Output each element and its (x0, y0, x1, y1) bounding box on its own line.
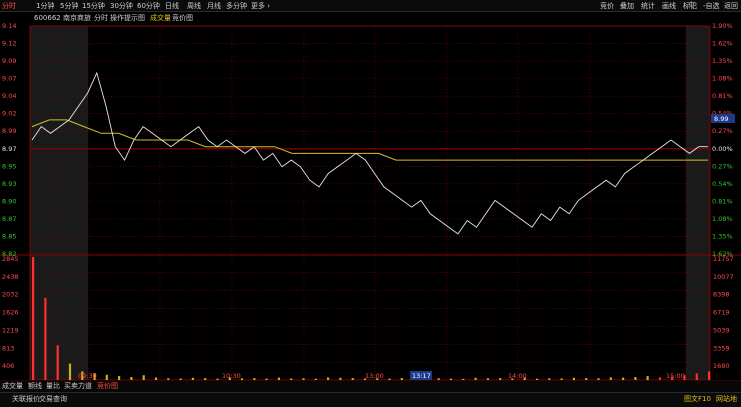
status-link[interactable]: 交易查询 (39, 394, 67, 405)
price-tick-label: 9.09 (2, 57, 16, 65)
percent-tick-label: 0.00% (712, 145, 733, 153)
volume-right-label: 1680 (713, 362, 730, 370)
percent-tick-label: 1.35% (712, 57, 733, 65)
status-bar: 关联报价 交易查询 图文F10 网站地 (0, 392, 741, 407)
volume-right-label: 10077 (713, 273, 734, 281)
time-tick-label: 14:00 (508, 372, 527, 380)
price-tick-label: 8.97 (2, 145, 16, 153)
price-tick-label: 8.90 (2, 197, 16, 205)
period-toolbar: 分时 1分钟 5分钟 15分钟 30分钟 60分钟 日线 周线 月线 多分钟 更多 › 竞价 叠加 统计… (0, 0, 741, 12)
indicator-tab[interactable]: 买卖力道 (64, 381, 92, 392)
tool-tab[interactable]: 统计 (641, 1, 655, 11)
indicator-tabs: 成交量 额线 量比 买卖力道 竞价图 (0, 380, 741, 392)
price-tick-label: 8.85 (2, 232, 16, 240)
pre-market-panel (30, 26, 88, 380)
percent-tick-label: 0.27% (712, 162, 733, 170)
indicator-tab[interactable]: 竞价图 (97, 381, 118, 392)
volume-right-label: 5039 (713, 326, 730, 334)
volume-bar (708, 371, 711, 380)
tool-tab[interactable]: 竞价 (600, 1, 614, 11)
chart-frame (29, 25, 711, 380)
period-tab[interactable]: 日线 (165, 1, 179, 11)
price-tick-label: 9.07 (2, 75, 16, 83)
tool-tab[interactable]: -自选 (703, 1, 720, 11)
price-tick-label: 8.87 (2, 215, 16, 223)
volume-tick-label: 813 (2, 344, 14, 352)
price-tick-label: 9.14 (2, 22, 16, 30)
tool-tab[interactable]: 画线 (662, 1, 676, 11)
indicator-tab[interactable]: 量比 (46, 381, 60, 392)
percent-tick-label: 1.62% (712, 40, 733, 48)
status-link[interactable]: 图文F10 (684, 394, 711, 405)
volume-bar (68, 363, 72, 380)
price-tick-label: 9.04 (2, 92, 16, 100)
status-link[interactable]: 关联报价 (12, 394, 40, 405)
percent-tick-label: 1.08% (712, 215, 733, 223)
post-market-panel (686, 26, 710, 380)
volume-right-label: 11757 (713, 255, 734, 263)
volume-tick-label: 2845 (2, 255, 19, 263)
price-tick-label: 9.02 (2, 110, 16, 118)
current-price-tag: 8.99 (714, 115, 728, 123)
cursor-time-label: 13:17 (412, 372, 431, 380)
volume-tick-label: 2032 (2, 291, 19, 299)
percent-tick-label: 0.81% (712, 197, 733, 205)
period-tab[interactable]: 多分钟 (226, 1, 247, 11)
price-tick-label: 8.95 (2, 162, 16, 170)
tool-tab[interactable]: 叠加 (620, 1, 634, 11)
volume-tick-label: 2438 (2, 273, 19, 281)
percent-tick-label: 0.54% (712, 180, 733, 188)
average-price-line (31, 119, 708, 161)
period-tab[interactable]: 分时 (2, 1, 16, 11)
status-link[interactable]: 网站地 (716, 394, 737, 405)
time-tick-label: 15:00 (666, 372, 685, 380)
settings-icon[interactable]: ⚙ (688, 0, 695, 10)
price-tick-label: 8.93 (2, 180, 16, 188)
volume-tick-label: 1219 (2, 326, 19, 334)
volume-bar (56, 345, 59, 380)
tool-tab[interactable]: 返回 (724, 1, 738, 11)
percent-tick-label: 0.81% (712, 92, 733, 100)
period-tab[interactable]: 1分钟 (36, 1, 54, 11)
period-tab[interactable]: 15分钟 (82, 1, 105, 11)
period-tab[interactable]: 30分钟 (110, 1, 133, 11)
indicator-tab[interactable]: 成交量 (2, 381, 23, 392)
percent-tick-label: 1.08% (712, 75, 733, 83)
volume-bar (32, 257, 35, 380)
volume-right-label: 8398 (713, 291, 730, 299)
indicator-tab[interactable]: 额线 (28, 381, 42, 392)
price-tick-label: 9.12 (2, 40, 16, 48)
volume-right-label: 3359 (713, 344, 730, 352)
time-tick-label: 13:00 (365, 372, 384, 380)
price-tick-label: 8.99 (2, 127, 16, 135)
period-tab[interactable]: 60分钟 (137, 1, 160, 11)
percent-tick-label: 0.27% (712, 127, 733, 135)
time-tick-label: 09:30 (78, 372, 97, 380)
period-tab[interactable]: 周线 (187, 1, 201, 11)
volume-right-label: 6719 (713, 309, 730, 317)
volume-tick-label: 1626 (2, 309, 19, 317)
period-tab[interactable]: 5分钟 (60, 1, 78, 11)
volume-bar (44, 297, 47, 380)
time-tick-label: 10:30 (222, 372, 241, 380)
volume-tick-label: 406 (2, 362, 14, 370)
period-tab[interactable]: 月线 (207, 1, 221, 11)
percent-tick-label: 1.90% (712, 22, 733, 30)
percent-tick-label: 1.35% (712, 232, 733, 240)
intraday-chart[interactable]: 9.14 9.12 9.09 9.07 9.04 9.02 8.99 8.97 8.95 8.93… (0, 12, 741, 380)
period-tab[interactable]: 更多 › (251, 1, 270, 11)
